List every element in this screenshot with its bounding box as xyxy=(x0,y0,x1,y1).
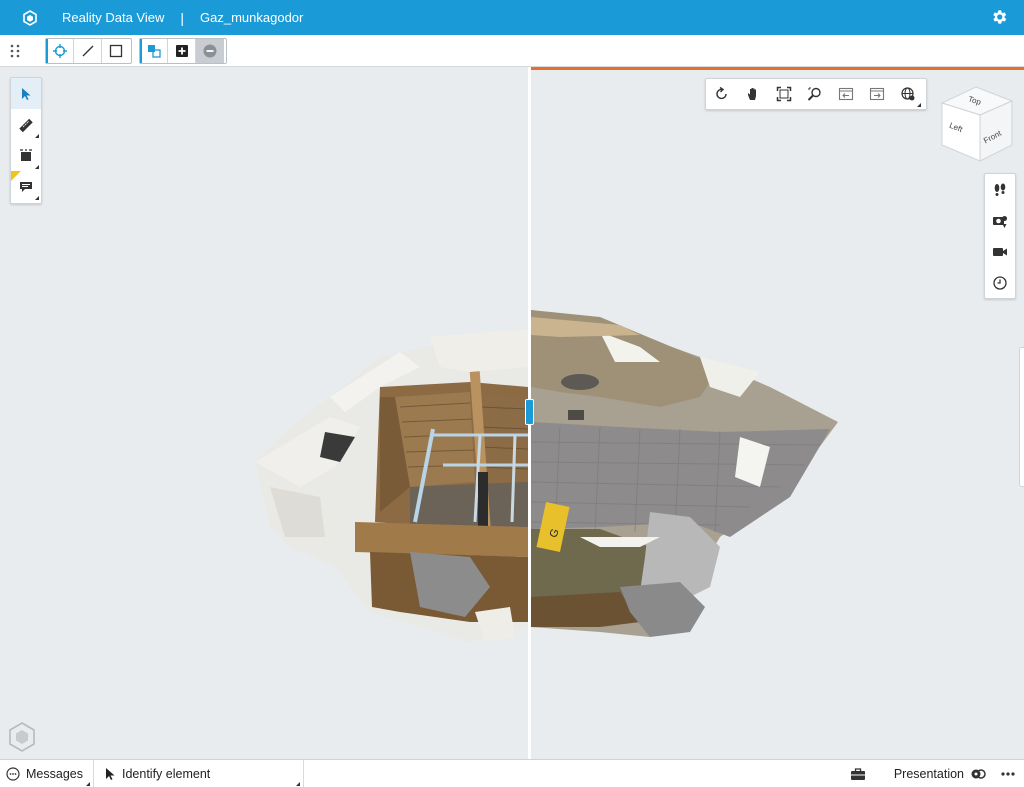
selection-set-icon[interactable] xyxy=(140,39,168,63)
markup-comment-icon[interactable] xyxy=(11,171,41,202)
status-bar: Messages Identify element Presentation xyxy=(0,759,1024,787)
walk-icon[interactable] xyxy=(985,174,1015,205)
navigation-toolbar xyxy=(705,78,927,110)
presentation-rings-icon xyxy=(971,769,986,779)
cursor-arrow-icon xyxy=(106,767,115,780)
zoom-window-icon[interactable] xyxy=(799,79,830,109)
messages-label: Messages xyxy=(26,766,83,781)
presentation-button[interactable]: Presentation xyxy=(894,767,986,781)
bentley-app-icon[interactable] xyxy=(20,8,40,28)
clock-history-icon[interactable] xyxy=(985,267,1015,298)
add-selection-icon[interactable] xyxy=(168,39,196,63)
view-cube[interactable]: Top Left Front xyxy=(936,83,1016,163)
split-view-indicator xyxy=(531,67,1024,70)
presentation-label: Presentation xyxy=(893,767,964,781)
identify-element-label: Identify element xyxy=(122,766,211,781)
title-bar: Reality Data View | Gaz_munkagodor xyxy=(0,0,1024,35)
briefcase-icon[interactable] xyxy=(840,760,876,787)
selection-tools-group xyxy=(45,38,132,64)
camera-location-icon[interactable] xyxy=(985,205,1015,236)
identify-element-button[interactable]: Identify element xyxy=(94,759,304,787)
selection-mode-group xyxy=(139,38,227,64)
target-select-icon[interactable] xyxy=(46,39,74,63)
gear-icon[interactable] xyxy=(990,8,1008,26)
clip-box-icon[interactable] xyxy=(11,140,41,171)
bentley-watermark-icon xyxy=(8,721,36,753)
video-camera-icon[interactable] xyxy=(985,236,1015,267)
selection-toolbar xyxy=(0,35,1024,67)
rotate-view-icon[interactable] xyxy=(706,79,737,109)
status-bar-right: Presentation xyxy=(840,760,1024,787)
app-name: Reality Data View xyxy=(62,10,165,25)
select-cursor-icon[interactable] xyxy=(11,78,41,109)
pan-hand-icon[interactable] xyxy=(737,79,768,109)
split-handle[interactable] xyxy=(525,399,534,425)
line-select-icon[interactable] xyxy=(74,39,102,63)
title-separator: | xyxy=(180,9,185,26)
reality-mesh[interactable]: G xyxy=(0,67,1024,759)
side-panel-tab[interactable] xyxy=(1019,347,1024,487)
globe-view-icon[interactable] xyxy=(892,79,923,109)
more-options-icon[interactable] xyxy=(996,772,1020,776)
3d-viewport[interactable]: G Top Left Front xyxy=(0,67,1024,759)
project-name: Gaz_munkagodor xyxy=(200,10,304,25)
next-view-icon[interactable] xyxy=(861,79,892,109)
fit-view-icon[interactable] xyxy=(768,79,799,109)
messages-button[interactable]: Messages xyxy=(0,759,94,787)
message-bubble-icon xyxy=(6,766,20,781)
measure-tool-icon[interactable] xyxy=(11,109,41,140)
drag-grip-icon[interactable] xyxy=(10,44,20,58)
markup-flag-icon xyxy=(11,171,21,181)
left-tool-strip xyxy=(10,77,42,204)
right-tool-strip xyxy=(984,173,1016,299)
remove-selection-icon[interactable] xyxy=(196,39,224,63)
box-select-icon[interactable] xyxy=(102,39,130,63)
previous-view-icon[interactable] xyxy=(830,79,861,109)
